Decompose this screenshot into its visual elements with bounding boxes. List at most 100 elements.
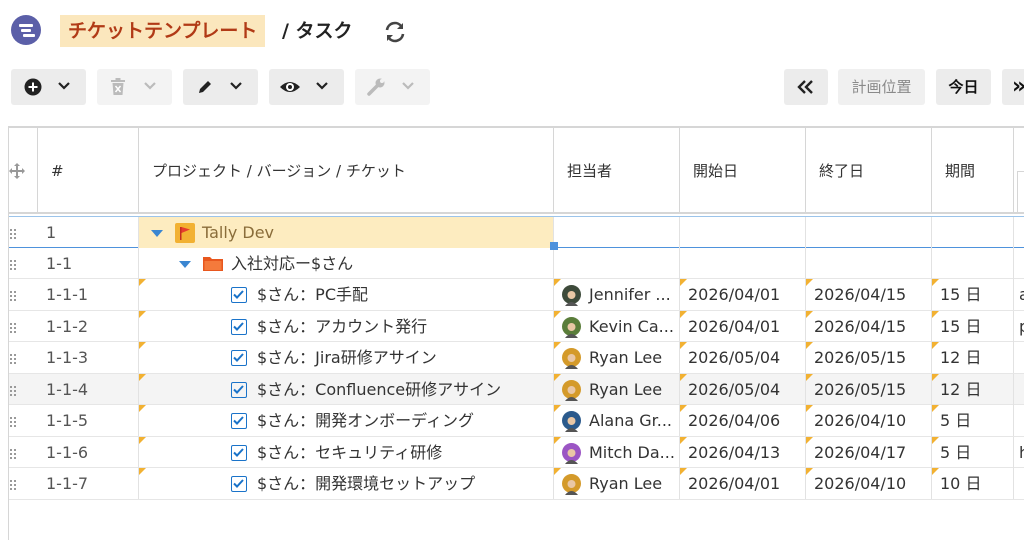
table-row[interactable]: 1-1-6 $さん：セキュリティ研修 Mitch Da... 2026/04/13 20… bbox=[9, 436, 1024, 468]
row-duration[interactable]: 12 日 bbox=[932, 342, 1014, 373]
row-name-text[interactable]: $さん：Jira研修アサイン bbox=[257, 342, 437, 373]
row-duration[interactable]: 5 日 bbox=[932, 436, 1014, 468]
row-assignee-cell[interactable]: Alana Gr... bbox=[554, 405, 680, 436]
row-duration[interactable] bbox=[932, 217, 1014, 248]
delete-button[interactable] bbox=[97, 69, 172, 105]
refresh-icon[interactable] bbox=[382, 19, 408, 45]
column-header-end[interactable]: 終了日 bbox=[806, 128, 932, 214]
drag-handle-icon[interactable] bbox=[9, 259, 18, 270]
edit-button[interactable] bbox=[183, 69, 258, 105]
drag-handle-icon[interactable] bbox=[9, 229, 18, 239]
row-start-date[interactable]: 2026/04/13 bbox=[680, 436, 806, 468]
row-duration[interactable] bbox=[932, 247, 1014, 279]
row-start-date[interactable]: 2026/05/04 bbox=[680, 342, 806, 373]
row-name-cell[interactable]: $さん：開発オンボーディング bbox=[139, 405, 554, 436]
row-end-date[interactable]: 2026/04/17 bbox=[806, 436, 932, 468]
row-name-cell[interactable]: $さん：PC手配 bbox=[139, 279, 554, 310]
row-name-text[interactable]: $さん：開発オンボーディング bbox=[257, 405, 474, 436]
table-row[interactable]: 1-1-1 $さん：PC手配 Jennifer ... 2026/04/01 2026/… bbox=[9, 279, 1024, 311]
row-name-cell[interactable]: Tally Dev bbox=[139, 217, 554, 248]
start-date-text: 2026/04/01 bbox=[688, 316, 781, 336]
wrench-icon bbox=[367, 78, 385, 96]
row-assignee-cell[interactable]: Mitch Da... bbox=[554, 436, 680, 468]
move-icon[interactable] bbox=[9, 163, 25, 179]
table-row[interactable]: 1-1-7 $さん：開発環境セットアップ Ryan Lee 2026/04/01 202… bbox=[9, 468, 1024, 500]
row-assignee-cell[interactable]: Kevin Ca... bbox=[554, 310, 680, 342]
checkbox-icon bbox=[231, 287, 247, 303]
avatar bbox=[562, 316, 581, 338]
row-assignee-cell[interactable] bbox=[554, 247, 680, 279]
change-marker bbox=[680, 342, 687, 349]
drag-handle-icon[interactable] bbox=[9, 354, 18, 364]
row-duration[interactable]: 12 日 bbox=[932, 373, 1014, 405]
collapse-toggle-icon[interactable] bbox=[179, 260, 191, 268]
row-start-date[interactable]: 2026/04/01 bbox=[680, 310, 806, 342]
row-name-text[interactable]: Tally Dev bbox=[202, 217, 274, 248]
today-button[interactable]: 今日 bbox=[936, 69, 991, 105]
row-name-text[interactable]: $さん：PC手配 bbox=[257, 279, 368, 310]
column-header-duration[interactable]: 期間 bbox=[932, 128, 1014, 214]
table-row[interactable]: 1-1-2 $さん：アカウント発行 Kevin Ca... 2026/04/01 202… bbox=[9, 310, 1024, 342]
row-end-date[interactable]: 2026/05/15 bbox=[806, 342, 932, 373]
row-duration[interactable]: 10 日 bbox=[932, 468, 1014, 499]
table-row[interactable]: 1-1 入社対応ー$さん bbox=[9, 247, 1024, 279]
row-name-text[interactable]: $さん：セキュリティ研修 bbox=[257, 437, 442, 468]
row-name-text[interactable]: 入社対応ー$さん bbox=[231, 248, 353, 279]
row-end-date[interactable]: 2026/04/15 bbox=[806, 279, 932, 310]
table-row[interactable]: 1-1-5 $さん：開発オンボーディング Alana Gr... 2026/04/06… bbox=[9, 405, 1024, 437]
row-end-date[interactable]: 2026/04/10 bbox=[806, 405, 932, 436]
row-name-cell[interactable]: $さん：Confluence研修アサイン bbox=[139, 373, 554, 405]
row-extra-cell bbox=[1017, 405, 1024, 436]
drag-handle-icon[interactable] bbox=[9, 417, 18, 427]
row-duration[interactable]: 15 日 bbox=[932, 310, 1014, 342]
row-name-cell[interactable]: $さん：アカウント発行 bbox=[139, 310, 554, 342]
row-name-cell[interactable]: 入社対応ー$さん bbox=[139, 247, 554, 279]
table-row[interactable]: 1-1-4 $さん：Confluence研修アサイン Ryan Lee 2026/05… bbox=[9, 373, 1024, 405]
row-name-text[interactable]: $さん：アカウント発行 bbox=[257, 311, 427, 342]
row-name-text[interactable]: $さん：Confluence研修アサイン bbox=[257, 374, 501, 405]
row-start-date[interactable] bbox=[680, 217, 806, 248]
plan-position-button[interactable]: 計画位置 bbox=[838, 69, 925, 105]
row-start-date[interactable]: 2026/04/01 bbox=[680, 279, 806, 310]
collapse-toggle-icon[interactable] bbox=[151, 230, 163, 237]
column-header-name[interactable]: プロジェクト / バージョン / チケット bbox=[139, 128, 554, 214]
row-name-cell[interactable]: $さん：セキュリティ研修 bbox=[139, 436, 554, 468]
row-start-date[interactable]: 2026/04/06 bbox=[680, 405, 806, 436]
drag-handle-icon[interactable] bbox=[9, 480, 18, 490]
column-header-assignee[interactable]: 担当者 bbox=[554, 128, 680, 214]
drag-handle-icon[interactable] bbox=[9, 291, 18, 301]
row-start-date[interactable] bbox=[680, 247, 806, 279]
row-assignee-cell[interactable]: Ryan Lee bbox=[554, 468, 680, 499]
row-duration[interactable]: 5 日 bbox=[932, 405, 1014, 436]
drag-handle-icon[interactable] bbox=[9, 322, 18, 333]
drag-handle-icon[interactable] bbox=[9, 448, 18, 459]
expand-right-button[interactable]: » bbox=[1002, 69, 1024, 105]
row-start-date[interactable]: 2026/04/01 bbox=[680, 468, 806, 499]
row-name-text[interactable]: $さん：開発環境セットアップ bbox=[257, 468, 475, 499]
add-button[interactable] bbox=[11, 69, 86, 105]
row-name-cell[interactable]: $さん：開発環境セットアップ bbox=[139, 468, 554, 499]
row-duration[interactable]: 15 日 bbox=[932, 279, 1014, 310]
row-name-cell[interactable]: $さん：Jira研修アサイン bbox=[139, 342, 554, 373]
column-header-num[interactable]: # bbox=[38, 128, 139, 214]
row-end-date[interactable]: 2026/04/10 bbox=[806, 468, 932, 499]
row-start-date[interactable]: 2026/05/04 bbox=[680, 373, 806, 405]
change-marker bbox=[680, 279, 687, 286]
row-assignee-cell[interactable]: Ryan Lee bbox=[554, 373, 680, 405]
view-button[interactable] bbox=[269, 69, 344, 105]
row-end-date[interactable] bbox=[806, 247, 932, 279]
row-assignee-cell[interactable]: Jennifer ... bbox=[554, 279, 680, 310]
row-end-date[interactable] bbox=[806, 217, 932, 248]
tools-button[interactable] bbox=[355, 69, 430, 105]
column-header-start[interactable]: 開始日 bbox=[680, 128, 806, 214]
row-end-date[interactable]: 2026/05/15 bbox=[806, 373, 932, 405]
end-date-text: 2026/05/15 bbox=[814, 379, 907, 399]
drag-handle-icon[interactable] bbox=[9, 385, 18, 396]
row-end-date[interactable]: 2026/04/15 bbox=[806, 310, 932, 342]
row-assignee-cell[interactable] bbox=[554, 217, 680, 248]
selection-handle[interactable] bbox=[550, 242, 558, 250]
row-assignee-cell[interactable]: Ryan Lee bbox=[554, 342, 680, 373]
collapse-left-button[interactable] bbox=[784, 69, 828, 105]
table-row[interactable]: 1-1-3 $さん：Jira研修アサイン Ryan Lee 2026/05/04 202… bbox=[9, 342, 1024, 374]
table-row[interactable]: 1 Tally Dev bbox=[9, 216, 1024, 248]
